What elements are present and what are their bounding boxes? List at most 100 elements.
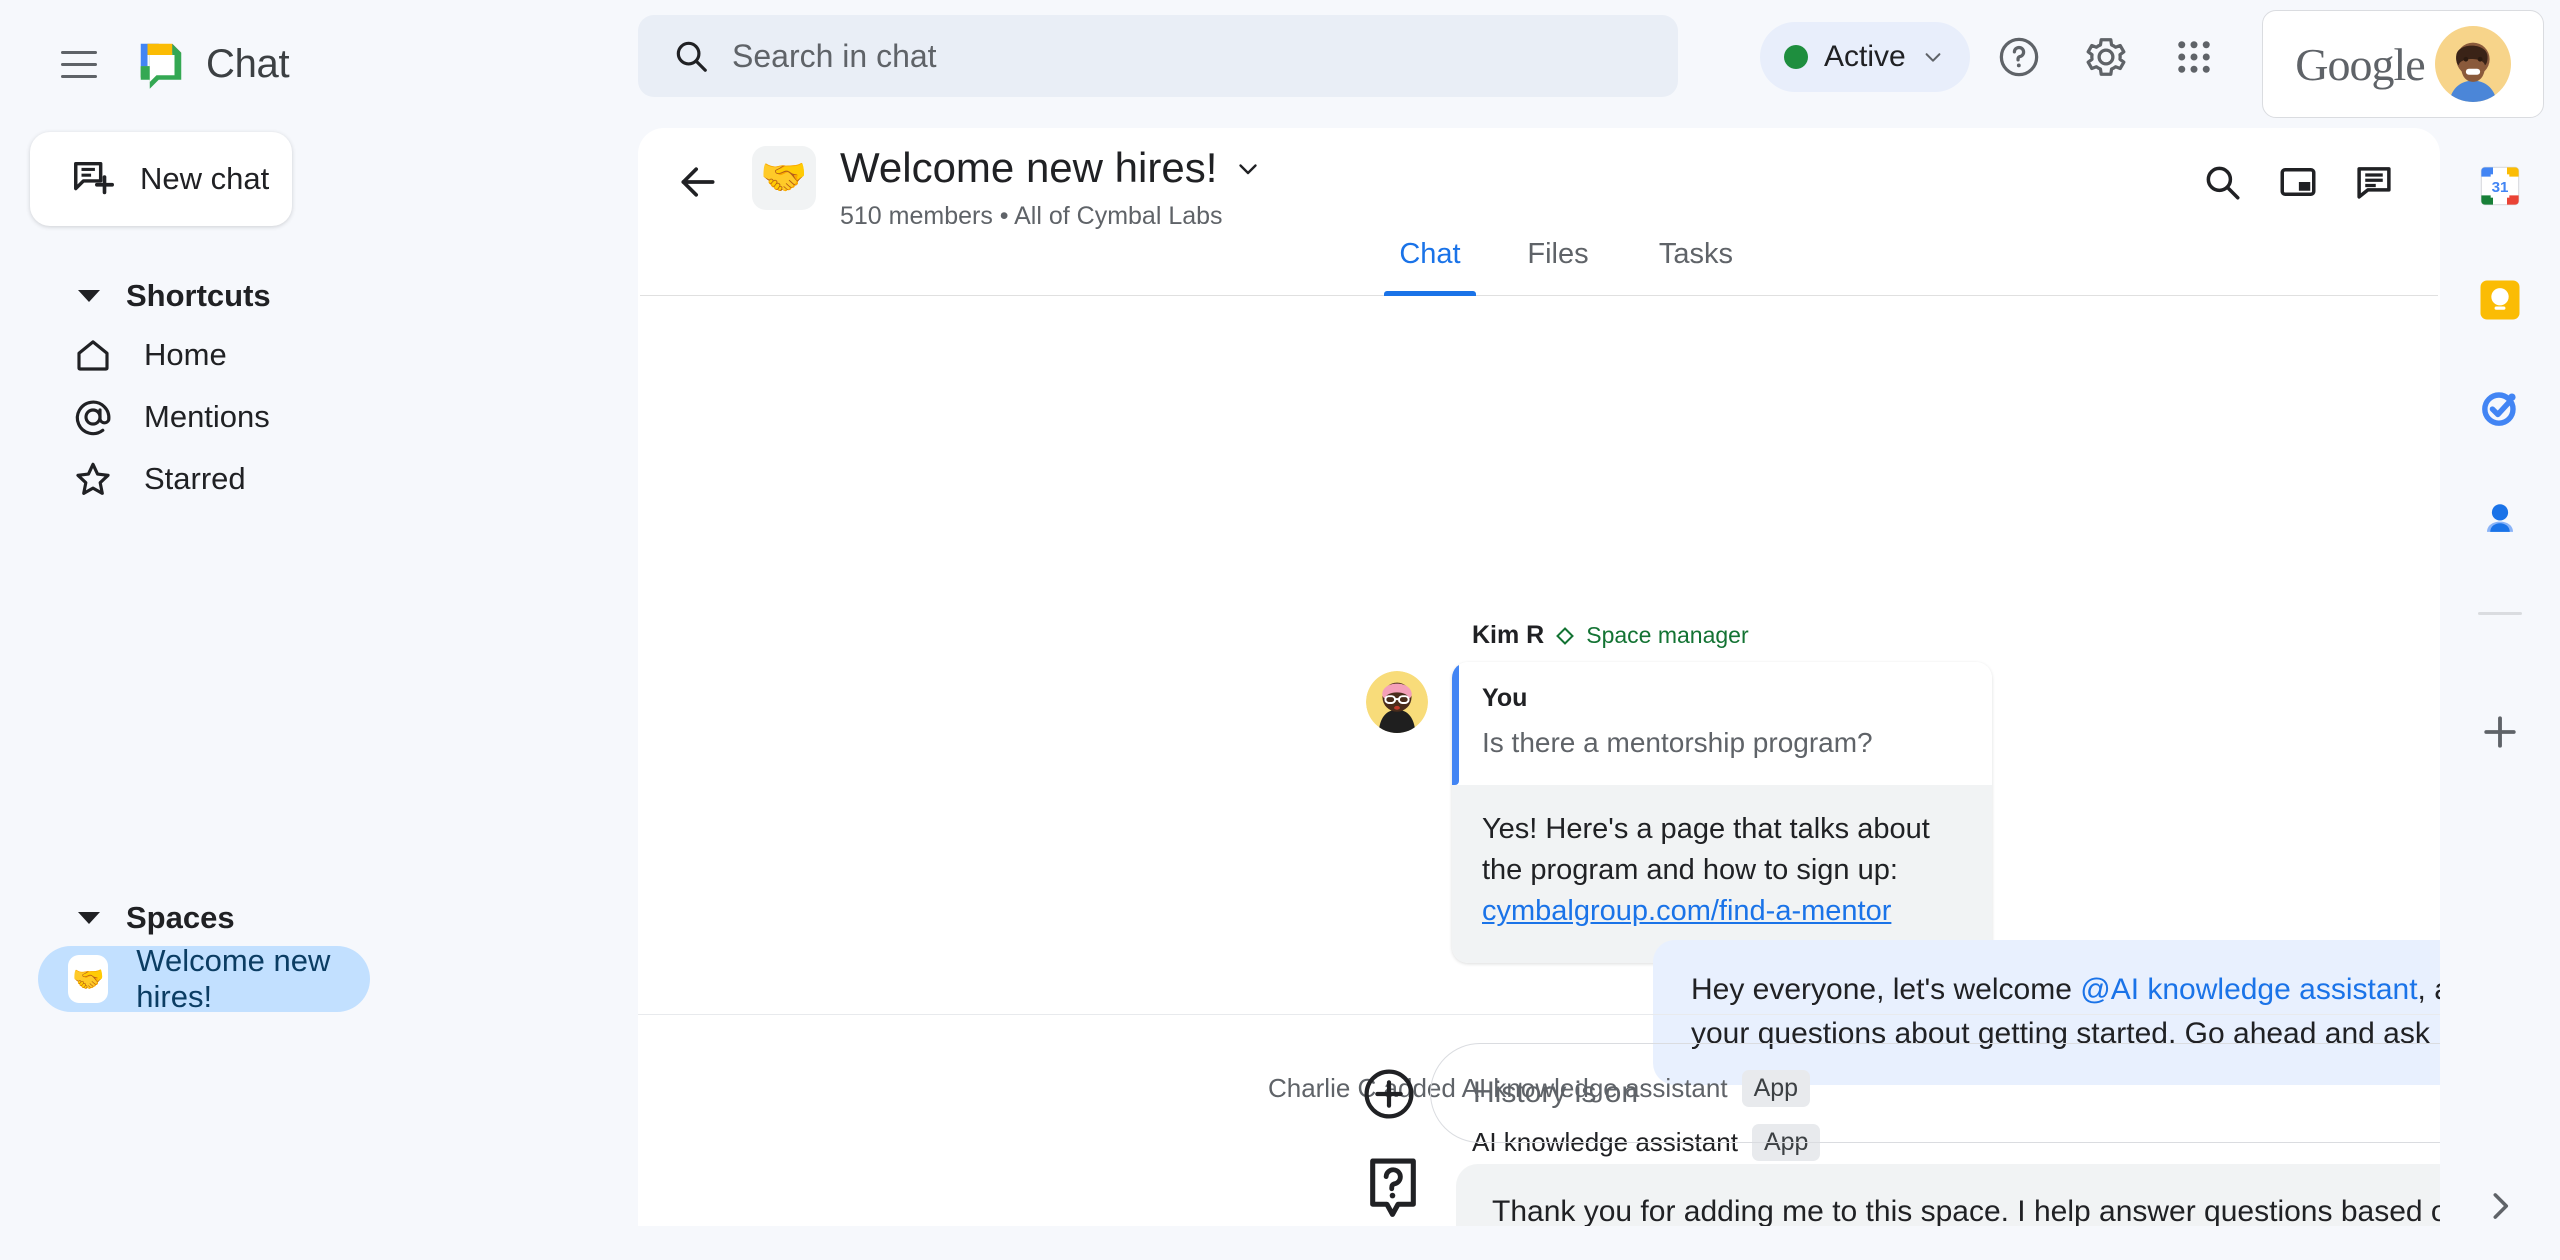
- mention-chip[interactable]: @AI knowledge assistant: [2080, 973, 2417, 1006]
- gear-icon[interactable]: [2075, 26, 2137, 88]
- question-mark-bot-icon: [1370, 1158, 1416, 1217]
- new-chat-button[interactable]: New chat: [30, 132, 292, 226]
- space-title-row[interactable]: Welcome new hires!: [840, 144, 1263, 192]
- brand: Chat: [134, 37, 290, 91]
- sidebar-item-label: Home: [144, 337, 227, 372]
- bot-avatar: [1360, 1156, 1426, 1222]
- card-answer-section: Yes! Here's a page that talks about the …: [1452, 785, 1992, 963]
- tab-label: Chat: [1399, 238, 1461, 270]
- google-chat-logo-icon: [140, 43, 182, 89]
- spaces-section: Spaces 🤝 Welcome new hires!: [0, 890, 600, 1014]
- search-placeholder: Search in chat: [732, 37, 937, 74]
- sidebar-item-home[interactable]: Home: [0, 324, 600, 386]
- at-sign-icon: [75, 400, 111, 436]
- sidebar-item-starred[interactable]: Starred: [0, 448, 600, 510]
- answer-text: Yes! Here's a page that talks about the …: [1482, 809, 1962, 933]
- google-account-button[interactable]: Google: [2262, 10, 2544, 118]
- caret-down-icon: [78, 290, 100, 302]
- new-chat-label: New chat: [140, 161, 270, 196]
- rail-item-calendar[interactable]: 31: [2468, 154, 2532, 218]
- arrow-left-icon: [681, 167, 715, 197]
- tab-chat[interactable]: Chat: [1384, 234, 1476, 296]
- question-author-label: You: [1482, 684, 1528, 712]
- message-input-placeholder: History is on: [1473, 1076, 1639, 1109]
- card-question-section: You Is there a mentorship program?: [1452, 662, 1992, 785]
- role-badge: Space manager: [1586, 622, 1749, 648]
- rail-item-tasks[interactable]: [2468, 376, 2532, 440]
- search-in-space-button[interactable]: [2190, 150, 2254, 214]
- message-text-before: Hey everyone, let's welcome: [1691, 973, 2081, 1006]
- shortcuts-section: Shortcuts Home Mentions Starred: [0, 268, 600, 510]
- sidebar-item-label: Mentions: [144, 399, 270, 434]
- search-icon: [676, 41, 707, 72]
- space-tabs: Chat Files Tasks: [640, 234, 2438, 296]
- tab-label: Files: [1527, 238, 1589, 270]
- message-list: Kim R Space manager You Is there a mento…: [638, 296, 2440, 1226]
- avatar: [1366, 671, 1428, 733]
- avatar: [2434, 26, 2511, 102]
- tab-files[interactable]: Files: [1512, 234, 1604, 296]
- status-badge[interactable]: Active: [1760, 22, 1970, 92]
- question-text: Is there a mentorship program?: [1482, 727, 1873, 758]
- conversation-panel: 🤝 Welcome new hires! 510 members • All o…: [638, 128, 2440, 1226]
- chat-bubble-icon: [2357, 167, 2391, 199]
- google-keep-icon: [2480, 280, 2520, 320]
- add-attachment-button[interactable]: [1360, 1065, 1418, 1123]
- sidebar-item-label: Welcome new hires!: [136, 943, 331, 1014]
- status-label: Active: [1824, 40, 1906, 73]
- new-chat-icon: [74, 161, 114, 195]
- google-wordmark: Google: [2295, 38, 2425, 90]
- rail-add-app-button[interactable]: [2468, 700, 2532, 764]
- spaces-title: Spaces: [126, 900, 235, 935]
- spaces-header[interactable]: Spaces: [0, 890, 600, 946]
- caret-down-icon: [78, 912, 100, 924]
- accent-bar: [1452, 662, 1459, 785]
- side-apps-rail: 31: [2440, 128, 2560, 1260]
- calendar-day-label: 31: [2492, 179, 2509, 196]
- space-subtitle: 510 members • All of Cymbal Labs: [840, 202, 1223, 230]
- rail-item-keep[interactable]: [2468, 268, 2532, 332]
- message-bubble-bot: Thank you for adding me to this space. I…: [1456, 1164, 2440, 1226]
- hamburger-menu-icon[interactable]: [40, 25, 118, 103]
- tab-tasks[interactable]: Tasks: [1646, 234, 1746, 296]
- toggle-side-chat-button[interactable]: [2342, 150, 2406, 214]
- brand-name: Chat: [206, 41, 290, 86]
- message-author-row: Kim R Space manager: [1472, 621, 1749, 650]
- shortcuts-title: Shortcuts: [126, 278, 271, 313]
- plus-circle-icon: [1364, 1069, 1414, 1119]
- tab-label: Tasks: [1658, 238, 1734, 270]
- open-in-pip-button[interactable]: [2266, 150, 2330, 214]
- google-tasks-icon: [2482, 392, 2516, 426]
- expand-rail-button[interactable]: [2476, 1182, 2524, 1230]
- google-chat-window: Chat Search in chat Active Google New ch…: [0, 0, 2560, 1260]
- search-input[interactable]: Search in chat: [638, 15, 1678, 97]
- message-input[interactable]: History is on: [1430, 1043, 2440, 1143]
- chevron-down-icon: [1925, 53, 1941, 62]
- space-emoji: 🤝: [752, 146, 816, 210]
- diamond-icon: [1556, 626, 1575, 645]
- help-circle-icon[interactable]: [1988, 26, 2050, 88]
- star-icon: [76, 462, 110, 495]
- answer-text-body: Yes! Here's a page that talks about the …: [1482, 813, 1930, 887]
- rail-divider: [2478, 612, 2522, 615]
- chevron-down-icon[interactable]: [1233, 153, 1263, 183]
- space-header-actions: [2190, 150, 2406, 214]
- top-bar: Chat Search in chat Active Google: [0, 0, 2560, 128]
- answer-link[interactable]: cymbalgroup.com/find-a-mentor: [1482, 895, 1891, 927]
- message-text: Thank you for adding me to this space. I…: [1492, 1195, 2440, 1226]
- picture-in-picture-icon: [2280, 168, 2316, 196]
- sidebar-item-mentions[interactable]: Mentions: [0, 386, 600, 448]
- shortcuts-header[interactable]: Shortcuts: [0, 268, 600, 324]
- plus-icon: [2484, 716, 2516, 748]
- back-button[interactable]: [668, 152, 728, 212]
- google-calendar-icon: 31: [2480, 166, 2520, 206]
- sidebar-item-welcome-new-hires[interactable]: 🤝 Welcome new hires!: [38, 943, 370, 1014]
- chevron-right-icon: [2493, 1193, 2509, 1219]
- sidebar-item-label: Starred: [144, 461, 246, 496]
- space-header: 🤝 Welcome new hires! 510 members • All o…: [638, 128, 2440, 234]
- handshake-icon: 🤝: [68, 955, 109, 1003]
- rail-item-contacts[interactable]: [2468, 488, 2532, 552]
- page-title: Welcome new hires!: [840, 144, 1218, 191]
- apps-grid-icon[interactable]: [2163, 26, 2225, 88]
- status-dot: [1784, 45, 1808, 69]
